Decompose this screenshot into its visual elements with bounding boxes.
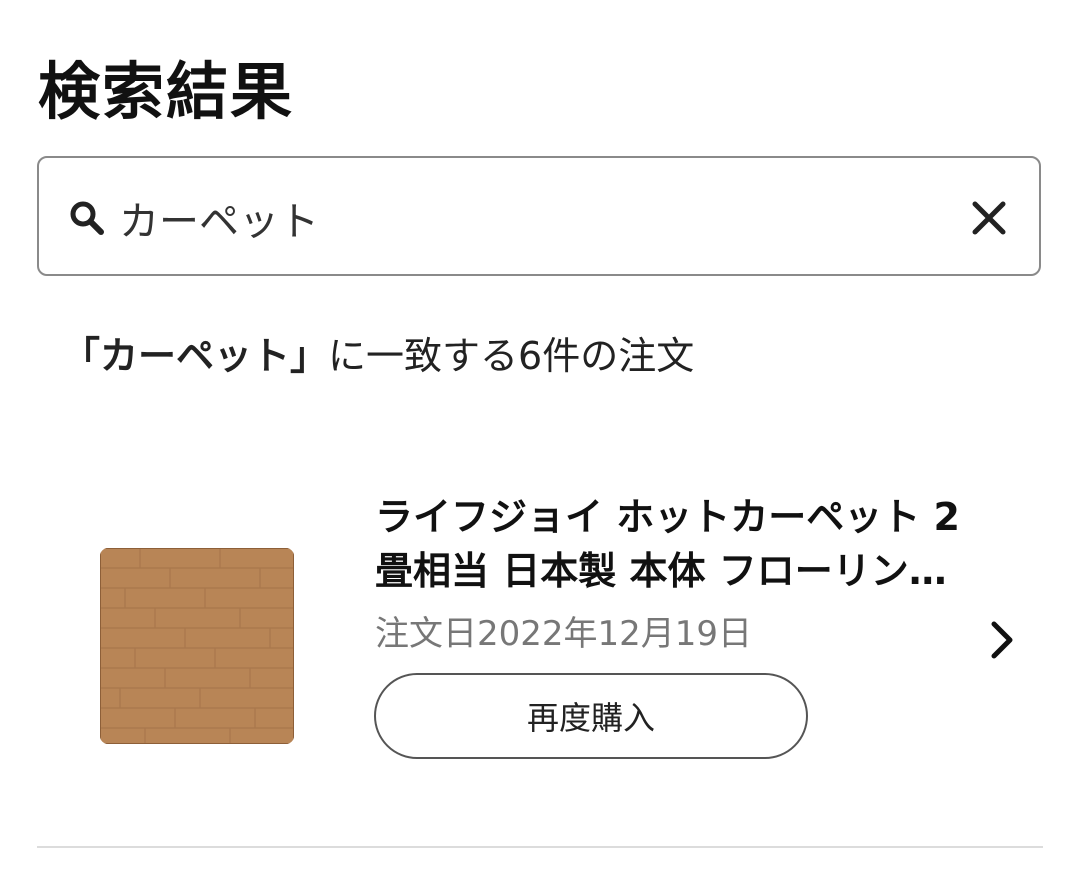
summary-suffix: に一致する6件の注文 xyxy=(328,334,695,378)
page-title: 検索結果 xyxy=(38,55,295,128)
search-results-page: 検索結果 「カーペット」に一致する6件の注文 xyxy=(0,0,1080,874)
summary-open-bracket: 「 xyxy=(62,334,101,378)
close-icon[interactable] xyxy=(969,198,1009,238)
result-summary: 「カーペット」に一致する6件の注文 xyxy=(62,330,694,382)
order-list-item[interactable]: ライフジョイ ホットカーペット 2畳相当 日本製 本体 フローリング調 注文日2… xyxy=(0,470,1080,800)
summary-query-term: カーペット xyxy=(100,334,291,378)
product-title[interactable]: ライフジョイ ホットカーペット 2畳相当 日本製 本体 フローリング調 xyxy=(375,490,975,598)
order-date: 注文日2022年12月19日 xyxy=(375,614,753,654)
product-thumbnail xyxy=(100,548,294,744)
rebuy-button[interactable]: 再度購入 xyxy=(374,673,808,759)
search-input[interactable] xyxy=(119,186,939,250)
search-box[interactable] xyxy=(37,156,1041,276)
chevron-right-icon[interactable] xyxy=(986,618,1018,662)
summary-close-bracket: 」 xyxy=(290,334,329,378)
divider xyxy=(37,846,1043,848)
search-icon xyxy=(70,201,104,235)
